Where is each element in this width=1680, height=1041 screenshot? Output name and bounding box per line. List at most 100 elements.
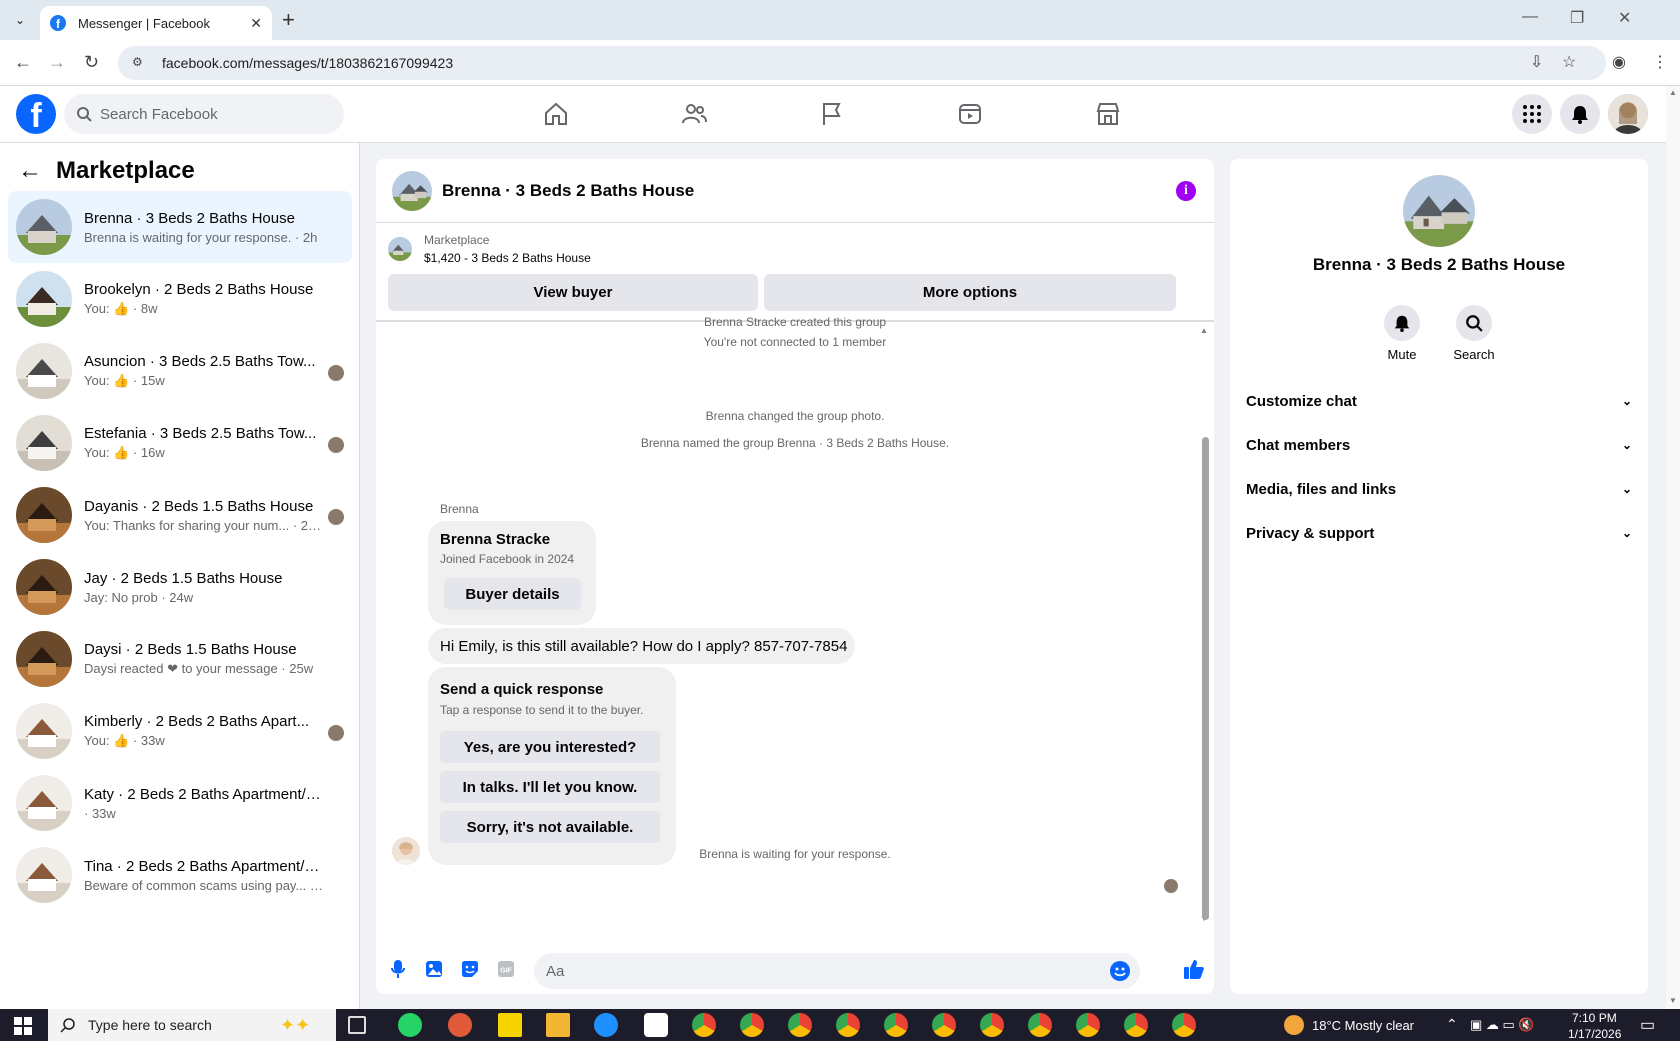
conversation-item[interactable]: Asuncion · 3 Beds 2.5 Baths Tow... You: 👍… <box>8 335 352 407</box>
chrome-icon[interactable] <box>740 1013 764 1037</box>
photo-icon[interactable] <box>424 959 444 979</box>
address-bar[interactable]: ⚙ facebook.com/messages/t/18038621670994… <box>118 46 1606 80</box>
taskbar-search-input[interactable] <box>88 1017 288 1033</box>
more-options-button[interactable]: More options <box>764 274 1176 311</box>
chrome-icon[interactable] <box>932 1013 956 1037</box>
chrome-icon[interactable] <box>1172 1013 1196 1037</box>
info-icon[interactable]: i <box>1176 181 1196 201</box>
chrome-icon[interactable] <box>1028 1013 1052 1037</box>
taskbar-search[interactable]: ✦✦ <box>48 1009 336 1041</box>
bookmark-star-icon[interactable]: ☆ <box>1562 52 1576 72</box>
quick-reply-in-talks-button[interactable]: In talks. I'll let you know. <box>440 771 660 803</box>
forward-icon[interactable]: → <box>48 52 66 73</box>
chrome-icon[interactable] <box>1076 1013 1100 1037</box>
chrome-icon[interactable] <box>980 1013 1004 1037</box>
facebook-logo-icon[interactable]: f <box>16 94 56 134</box>
tab-search-icon[interactable]: ⌄ <box>8 8 32 32</box>
marketplace-icon[interactable] <box>1088 96 1128 132</box>
quick-reply-not-available-button[interactable]: Sorry, it's not available. <box>440 811 660 843</box>
reload-icon[interactable]: ↻ <box>84 52 99 73</box>
windows-start-icon[interactable] <box>14 1017 32 1035</box>
conversation-item[interactable]: Daysi · 2 Beds 1.5 Baths House Daysi reac… <box>8 623 352 695</box>
message-input[interactable] <box>546 962 1086 980</box>
menu-grid-icon[interactable] <box>1512 94 1552 134</box>
sticker-icon[interactable] <box>460 959 480 979</box>
notification-center-icon[interactable]: ▭ <box>1640 1015 1655 1035</box>
microphone-icon[interactable] <box>388 959 408 979</box>
install-app-icon[interactable]: ⇩ <box>1530 52 1543 72</box>
search-box[interactable] <box>64 94 344 134</box>
conversation-item[interactable]: Tina · 2 Beds 2 Baths Apartment/c... Bewa… <box>8 839 352 911</box>
conversation-item[interactable]: Estefania · 3 Beds 2.5 Baths Tow... You: … <box>8 407 352 479</box>
weather-text[interactable]: 18°C Mostly clear <box>1312 1018 1414 1033</box>
clock-time[interactable]: 7:10 PM <box>1572 1011 1617 1025</box>
gif-icon[interactable]: GIF <box>496 959 516 979</box>
customize-chat-section[interactable]: Customize chat ⌄ <box>1246 381 1632 421</box>
tray-chevron-icon[interactable]: ⌃ <box>1446 1016 1458 1033</box>
close-window-icon[interactable]: ✕ <box>1618 8 1631 28</box>
conversation-name: Daysi · 2 Beds 1.5 Baths House <box>84 641 297 658</box>
canva-icon[interactable] <box>594 1013 618 1037</box>
tray-icons[interactable]: ▣ ☁ ▭ 🔇 <box>1470 1017 1535 1033</box>
chat-members-section[interactable]: Chat members ⌄ <box>1246 425 1632 465</box>
conversation-item[interactable]: Jay · 2 Beds 1.5 Baths House Jay: No prob… <box>8 551 352 623</box>
clock-date[interactable]: 1/17/2026 <box>1568 1027 1621 1041</box>
buyer-name[interactable]: Brenna Stracke <box>440 531 550 548</box>
back-icon[interactable]: ← <box>14 52 32 73</box>
page-scrollbar[interactable]: ▲ ▼ <box>1666 86 1680 1009</box>
menu-kebab-icon[interactable]: ⋮ <box>1652 52 1668 72</box>
emoji-icon[interactable] <box>1110 961 1130 981</box>
minimize-icon[interactable]: — <box>1522 8 1538 26</box>
chrome-icon[interactable] <box>884 1013 908 1037</box>
chrome-icon[interactable] <box>836 1013 860 1037</box>
conversation-item[interactable]: Dayanis · 2 Beds 1.5 Baths House You: Tha… <box>8 479 352 551</box>
capcut-icon[interactable] <box>644 1013 668 1037</box>
chat-title[interactable]: Brenna · 3 Beds 2 Baths House <box>442 181 694 201</box>
message-input-box[interactable] <box>534 953 1140 989</box>
media-files-links-section[interactable]: Media, files and links ⌄ <box>1246 469 1632 509</box>
file-explorer-icon[interactable] <box>546 1013 570 1037</box>
chat-scrollbar-thumb[interactable] <box>1202 437 1209 920</box>
url-text[interactable]: facebook.com/messages/t/1803862167099423 <box>162 55 453 71</box>
chrome-icon[interactable] <box>788 1013 812 1037</box>
account-avatar[interactable] <box>1608 94 1648 134</box>
task-view-icon[interactable] <box>348 1016 366 1034</box>
view-buyer-button[interactable]: View buyer <box>388 274 758 311</box>
close-tab-icon[interactable]: ✕ <box>250 15 262 32</box>
privacy-support-section[interactable]: Privacy & support ⌄ <box>1246 513 1632 553</box>
quick-reply-interested-button[interactable]: Yes, are you interested? <box>440 731 660 763</box>
buyer-details-button[interactable]: Buyer details <box>444 578 581 610</box>
chrome-icon[interactable] <box>692 1013 716 1037</box>
restore-icon[interactable]: ❐ <box>1570 8 1584 28</box>
profile-icon[interactable]: ◉ <box>1612 52 1626 72</box>
search-input[interactable] <box>100 105 320 123</box>
browser-tab[interactable]: f Messenger | Facebook ✕ <box>40 6 272 40</box>
conversation-item[interactable]: Brenna · 3 Beds 2 Baths House Brenna is w… <box>8 191 352 263</box>
group-avatar[interactable] <box>1403 175 1475 247</box>
chrome-icon[interactable] <box>1124 1013 1148 1037</box>
conversation-item[interactable]: Brookelyn · 2 Beds 2 Baths House You: 👍 ·… <box>8 263 352 335</box>
conversation-item[interactable]: Kimberly · 2 Beds 2 Baths Apart... You: 👍… <box>8 695 352 767</box>
app-icon[interactable] <box>448 1013 472 1037</box>
notifications-bell-icon[interactable] <box>1560 94 1600 134</box>
home-icon[interactable] <box>536 96 576 132</box>
new-tab-button[interactable]: + <box>282 9 295 31</box>
sticky-notes-icon[interactable] <box>498 1013 522 1037</box>
conversation-item[interactable]: Katy · 2 Beds 2 Baths Apartment/c... · 3… <box>8 767 352 839</box>
copilot-sparkle-icon[interactable]: ✦✦ <box>280 1015 310 1036</box>
whatsapp-icon[interactable] <box>398 1013 422 1037</box>
chevron-down-icon: ⌄ <box>1621 438 1632 452</box>
back-arrow-icon[interactable]: ← <box>18 157 42 185</box>
video-icon[interactable] <box>950 96 990 132</box>
message-bubble[interactable]: Hi Emily, is this still available? How d… <box>428 628 855 664</box>
mute-button[interactable]: Mute <box>1372 305 1432 362</box>
friends-icon[interactable] <box>674 96 714 132</box>
like-thumbs-up-icon[interactable] <box>1182 959 1206 979</box>
search-conversation-button[interactable]: Search <box>1444 305 1504 362</box>
listing-banner[interactable]: Marketplace $1,420 - 3 Beds 2 Baths Hous… <box>388 233 591 265</box>
pages-flag-icon[interactable] <box>812 96 852 132</box>
weather-moon-icon[interactable] <box>1284 1015 1304 1035</box>
site-info-icon[interactable]: ⚙ <box>132 55 148 71</box>
chat-avatar[interactable] <box>392 170 432 211</box>
sender-name: Brenna <box>440 502 479 516</box>
